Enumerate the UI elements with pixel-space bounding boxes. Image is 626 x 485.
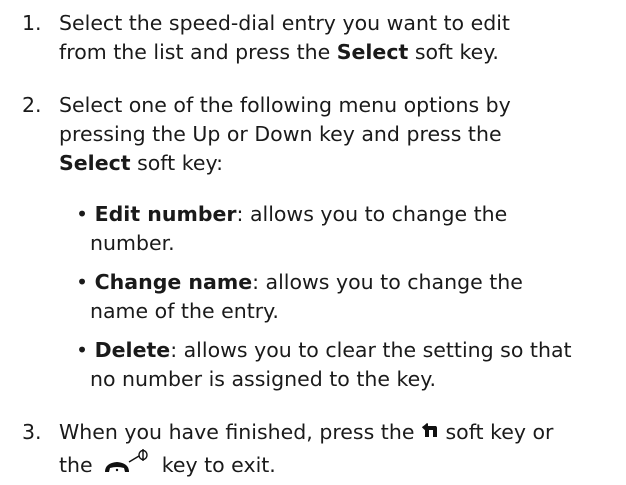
step-1-number: 1.: [22, 11, 42, 35]
select-soft-key-label: Select: [59, 151, 131, 175]
step-3-text: When you have finished, press the soft k…: [59, 418, 619, 484]
step-2-line-3: Select soft key:: [59, 151, 224, 175]
option-term: Edit number: [94, 202, 237, 226]
back-arrow-icon: [421, 419, 439, 448]
bullet-mark: •: [76, 338, 89, 362]
end-call-power-icon: [99, 448, 155, 484]
step-3-number: 3.: [22, 420, 42, 444]
option-term: Change name: [94, 270, 253, 294]
option-description-cont: number.: [90, 231, 175, 255]
step-3-line-1: When you have finished, press the soft k…: [59, 418, 619, 448]
step-1-line-1: Select the speed-dial entry you want to …: [59, 11, 510, 35]
option-term: Delete: [94, 338, 171, 362]
option-change-name: • Change name: allows you to change the …: [76, 268, 621, 326]
bullet-mark: •: [76, 270, 89, 294]
option-description: : allows you to change the: [252, 270, 523, 294]
option-edit-number: • Edit number: allows you to change the …: [76, 200, 621, 258]
manual-page: 1. Select the speed-dial entry you want …: [0, 0, 626, 485]
step-2-line-1: Select one of the following menu options…: [59, 93, 511, 117]
step-2-line-2: pressing the Up or Down key and press th…: [59, 122, 502, 146]
step-3-line-2: the key to exit.: [59, 448, 619, 484]
option-description-cont: name of the entry.: [90, 299, 279, 323]
step-2-number: 2.: [22, 93, 42, 117]
bullet-mark: •: [76, 202, 89, 226]
option-description-cont: no number is assigned to the key.: [90, 367, 436, 391]
step-1-text: Select the speed-dial entry you want to …: [59, 9, 619, 67]
step-2-text: Select one of the following menu options…: [59, 91, 619, 178]
step-1-line-2: from the list and press the Select soft …: [59, 40, 499, 64]
option-description: : allows you to clear the setting so tha…: [170, 338, 572, 362]
select-soft-key-label: Select: [336, 40, 409, 64]
option-description: : allows you to change the: [236, 202, 508, 226]
option-delete: • Delete: allows you to clear the settin…: [76, 336, 621, 394]
